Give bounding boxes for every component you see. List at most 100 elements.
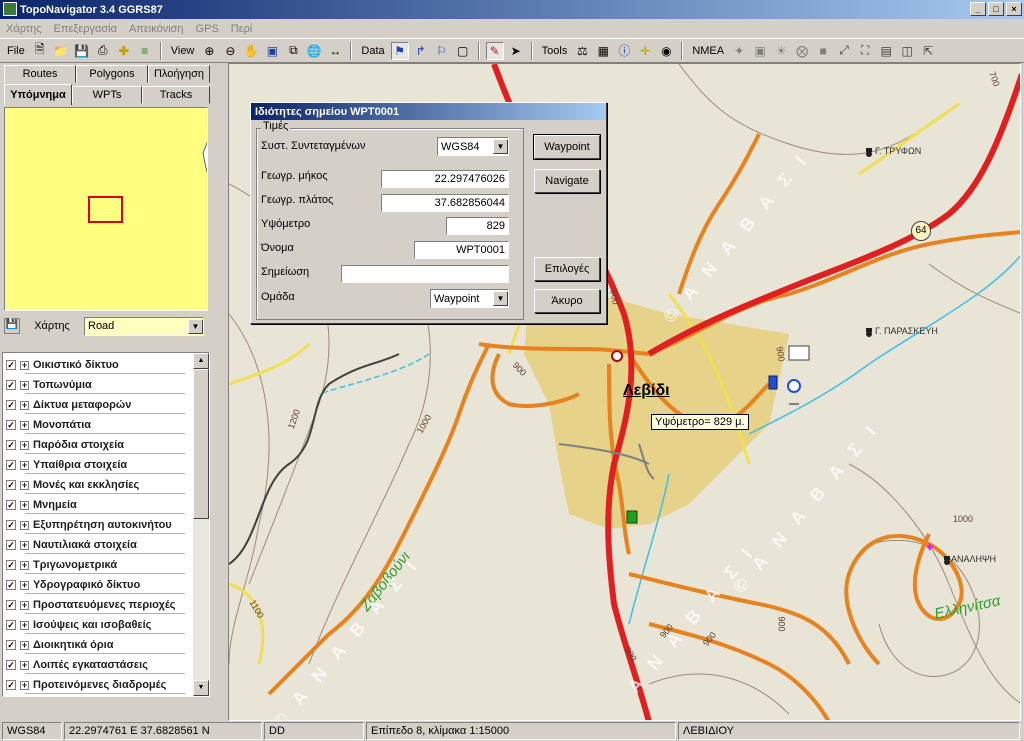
- measure-icon[interactable]: ↔: [326, 42, 344, 60]
- grid-icon[interactable]: ▦: [594, 42, 612, 60]
- satellite-icon[interactable]: ✦: [730, 42, 748, 60]
- square-icon[interactable]: ■: [814, 42, 832, 60]
- pan-hand-icon[interactable]: ✋: [242, 42, 260, 60]
- layer-scrollbar[interactable]: ▲ ▼: [193, 353, 209, 696]
- layer-item[interactable]: ✓ + Διοικητικά όρια: [3, 635, 209, 655]
- checkbox-checked-icon[interactable]: ✓: [6, 580, 16, 590]
- checkbox-checked-icon[interactable]: ✓: [6, 460, 16, 470]
- layer-item[interactable]: ✓ + Οικιστικό δίκτυο: [3, 355, 209, 375]
- zoom-out-icon[interactable]: ⊖: [221, 42, 239, 60]
- tab-wpts[interactable]: WPTs: [72, 86, 142, 104]
- chevron-down-icon[interactable]: ▼: [493, 291, 508, 306]
- track-icon[interactable]: ⚐: [433, 42, 451, 60]
- tab-legend[interactable]: Υπόμνημα: [4, 84, 72, 105]
- cancel-button[interactable]: Άκυρο: [534, 289, 600, 313]
- poi-paraskevi[interactable]: Γ. ΠΑΡΑΣΚΕΥΗ: [875, 326, 938, 336]
- fullscreen-icon[interactable]: ⛶: [856, 42, 874, 60]
- scale-icon[interactable]: ⚖: [573, 42, 591, 60]
- close-button[interactable]: ×: [1006, 2, 1022, 16]
- help-arrow-icon[interactable]: ⇱: [919, 42, 937, 60]
- checkbox-checked-icon[interactable]: ✓: [6, 520, 16, 530]
- crosshair-icon[interactable]: ✛: [636, 42, 654, 60]
- expand-plus-icon[interactable]: +: [20, 680, 29, 690]
- copy-map-icon[interactable]: ⧉: [284, 42, 302, 60]
- tab-navigation[interactable]: Πλοήγηση: [148, 65, 210, 83]
- expand-plus-icon[interactable]: +: [20, 660, 29, 670]
- add-layer-icon[interactable]: ✚: [115, 42, 133, 60]
- expand-plus-icon[interactable]: +: [20, 380, 29, 390]
- map-type-select[interactable]: Road ▼: [84, 316, 204, 336]
- binoculars-icon[interactable]: ◉: [657, 42, 675, 60]
- scroll-thumb[interactable]: [193, 369, 209, 519]
- zoom-in-icon[interactable]: ⊕: [200, 42, 218, 60]
- menu-about[interactable]: Περί: [225, 23, 259, 35]
- tab-routes[interactable]: Routes: [4, 65, 76, 83]
- info-icon[interactable]: ⓘ: [615, 42, 633, 60]
- expand-plus-icon[interactable]: +: [20, 440, 29, 450]
- layer-item[interactable]: ✓ + Ισούψεις και ισοβαθείς: [3, 615, 209, 635]
- expand-plus-icon[interactable]: +: [20, 520, 29, 530]
- checkbox-checked-icon[interactable]: ✓: [6, 360, 16, 370]
- expand-plus-icon[interactable]: +: [20, 400, 29, 410]
- expand-icon[interactable]: ⤢: [835, 42, 853, 60]
- poi-analipsi[interactable]: ΑΝΑΛΗΨΗ: [951, 554, 996, 564]
- checkbox-checked-icon[interactable]: ✓: [6, 600, 16, 610]
- layer-item[interactable]: ✓ + Μονοπάτια: [3, 415, 209, 435]
- expand-plus-icon[interactable]: +: [20, 620, 29, 630]
- group-select[interactable]: Waypoint ▼: [430, 289, 509, 308]
- checkbox-checked-icon[interactable]: ✓: [6, 440, 16, 450]
- expand-plus-icon[interactable]: +: [20, 500, 29, 510]
- layers-icon[interactable]: ≡: [136, 42, 154, 60]
- waypoint-flag-icon[interactable]: ⚑: [390, 41, 409, 60]
- tab-tracks[interactable]: Tracks: [142, 86, 210, 104]
- checkbox-checked-icon[interactable]: ✓: [6, 540, 16, 550]
- note-field[interactable]: [341, 265, 509, 283]
- checkbox-checked-icon[interactable]: ✓: [6, 500, 16, 510]
- polygon-icon[interactable]: ▢: [454, 42, 472, 60]
- minimize-button[interactable]: _: [970, 2, 986, 16]
- scroll-up-icon[interactable]: ▲: [193, 353, 209, 369]
- layer-item[interactable]: ✓ + Υδρογραφικό δίκτυο: [3, 575, 209, 595]
- latitude-field[interactable]: 37.682856044: [381, 194, 509, 212]
- expand-plus-icon[interactable]: +: [20, 640, 29, 650]
- new-file-icon[interactable]: 🗎: [31, 42, 49, 60]
- layer-item[interactable]: ✓ + Τοπωνύμια: [3, 375, 209, 395]
- chevron-down-icon[interactable]: ▼: [493, 139, 508, 154]
- save-icon[interactable]: 💾: [73, 42, 91, 60]
- overview-map[interactable]: [4, 107, 208, 311]
- layer-item[interactable]: ✓ + Εξυπηρέτηση αυτοκινήτου: [3, 515, 209, 535]
- expand-plus-icon[interactable]: +: [20, 540, 29, 550]
- town-label[interactable]: Λεβίδι: [623, 382, 670, 400]
- layer-item[interactable]: ✓ + Δίκτυα μεταφορών: [3, 395, 209, 415]
- dialog-title[interactable]: Ιδιότητες σημείου WPT0001: [251, 103, 606, 120]
- floppy-icon[interactable]: 💾: [4, 318, 20, 334]
- layer-item[interactable]: ✓ + Μονές και εκκλησίες: [3, 475, 209, 495]
- coord-system-select[interactable]: WGS84 ▼: [437, 137, 509, 156]
- checkbox-checked-icon[interactable]: ✓: [6, 380, 16, 390]
- altitude-field[interactable]: 829: [446, 217, 509, 235]
- expand-plus-icon[interactable]: +: [20, 460, 29, 470]
- checkbox-checked-icon[interactable]: ✓: [6, 640, 16, 650]
- layer-item[interactable]: ✓ + Ναυτιλιακά στοιχεία: [3, 535, 209, 555]
- expand-plus-icon[interactable]: +: [20, 420, 29, 430]
- checkbox-checked-icon[interactable]: ✓: [6, 480, 16, 490]
- menu-gps[interactable]: GPS: [190, 23, 225, 35]
- draw-pen-icon[interactable]: ✎: [485, 41, 504, 60]
- checkbox-checked-icon[interactable]: ✓: [6, 660, 16, 670]
- window-icon[interactable]: ▤: [877, 42, 895, 60]
- menu-edit[interactable]: Επεξεργασία: [48, 23, 123, 35]
- menu-map[interactable]: Χάρτης: [0, 23, 48, 35]
- expand-plus-icon[interactable]: +: [20, 560, 29, 570]
- chevron-down-icon[interactable]: ▼: [188, 318, 203, 334]
- stop-icon[interactable]: ⨂: [793, 42, 811, 60]
- expand-plus-icon[interactable]: +: [20, 580, 29, 590]
- tab-polygons[interactable]: Polygons: [76, 65, 148, 83]
- globe-icon[interactable]: 🌐: [305, 42, 323, 60]
- checkbox-checked-icon[interactable]: ✓: [6, 400, 16, 410]
- open-folder-icon[interactable]: 📁: [52, 42, 70, 60]
- zoom-window-icon[interactable]: ▣: [263, 42, 281, 60]
- route-icon[interactable]: ↱: [412, 42, 430, 60]
- select-arrow-icon[interactable]: ➤: [507, 42, 525, 60]
- gps-track-icon[interactable]: ▣: [751, 42, 769, 60]
- overview-viewport-rect[interactable]: [88, 196, 123, 223]
